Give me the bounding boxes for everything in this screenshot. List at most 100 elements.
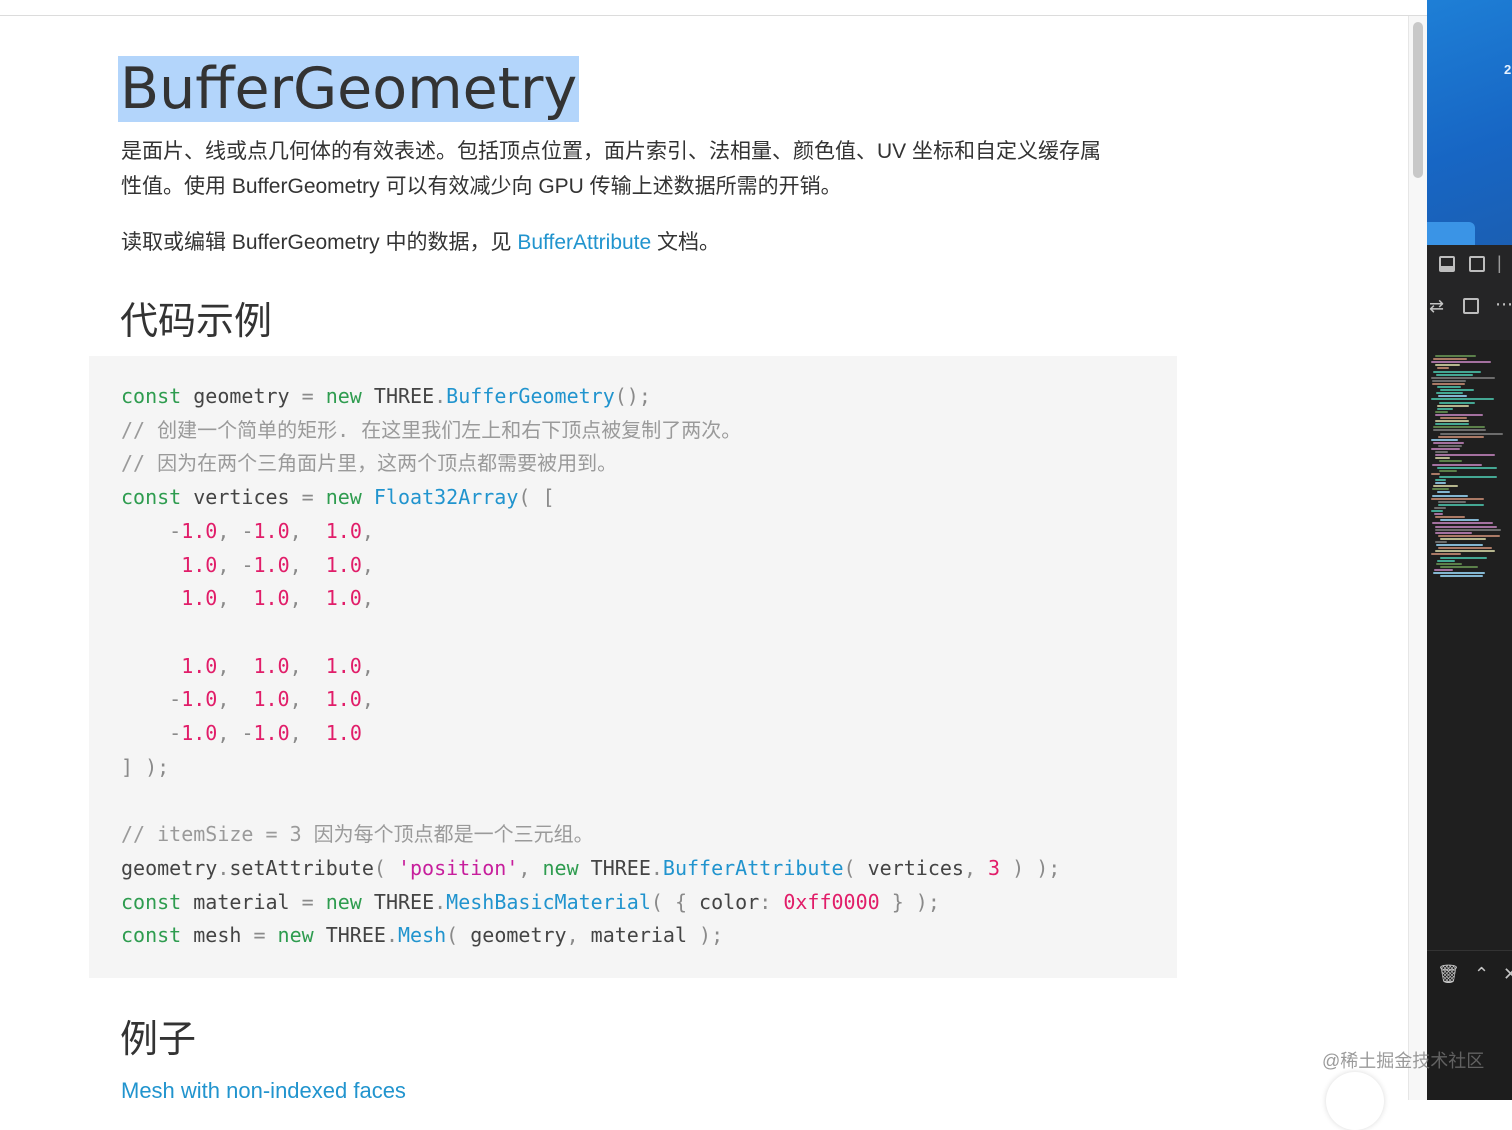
- terminal-panel: 🗑 ⌃ ✕: [1427, 950, 1512, 1100]
- editor-side-panel: 2 | ⇄ ⋯ 🗑 ⌃ ✕: [1427, 0, 1512, 1100]
- minimap-line: [1438, 534, 1500, 537]
- minimap-line: [1431, 472, 1440, 475]
- minimap-line: [1431, 438, 1458, 441]
- read-edit-note: 读取或编辑 BufferGeometry 中的数据，见 BufferAttrib…: [121, 231, 721, 254]
- close-icon[interactable]: ✕: [1503, 965, 1512, 983]
- minimap-line: [1432, 463, 1482, 466]
- code-example-heading: 代码示例: [120, 301, 273, 343]
- minimap-line: [1435, 364, 1460, 367]
- minimap-line: [1439, 401, 1475, 404]
- minimap-line: [1434, 568, 1453, 571]
- minimap-line: [1440, 519, 1479, 522]
- minimap-line: [1433, 429, 1486, 432]
- minimap-line: [1437, 404, 1469, 407]
- trash-icon[interactable]: 🗑: [1437, 965, 1460, 983]
- minimap-line: [1433, 441, 1464, 444]
- minimap-line: [1432, 379, 1466, 382]
- minimap-line: [1435, 423, 1469, 426]
- minimap-line: [1433, 358, 1467, 361]
- minimap-line: [1435, 457, 1450, 460]
- minimap-line: [1433, 426, 1485, 429]
- minimap-line: [1435, 355, 1476, 357]
- code-text: const geometry = new THREE.BufferGeometr…: [121, 384, 1061, 948]
- divider-icon: |: [1497, 253, 1502, 273]
- minimap-line: [1436, 544, 1483, 547]
- top-bar: [0, 0, 1427, 16]
- minimap-line: [1440, 556, 1487, 559]
- minimap-line: [1438, 395, 1467, 398]
- minimap-line: [1433, 572, 1485, 574]
- minimap-line: [1438, 503, 1484, 506]
- minimap-line: [1436, 392, 1463, 395]
- doc-scrollbar[interactable]: [1408, 16, 1428, 1100]
- minimap-line: [1431, 448, 1460, 450]
- minimap-line: [1438, 500, 1466, 503]
- minimap-line: [1439, 475, 1497, 478]
- desktop-window-tile: [1427, 222, 1475, 245]
- minimap-line: [1439, 469, 1457, 472]
- minimap-line: [1435, 525, 1497, 528]
- minimap-line: [1437, 367, 1449, 370]
- minimap-line: [1434, 506, 1446, 509]
- minimap-line: [1431, 376, 1495, 379]
- editor-toolbar: | ⇄ ⋯: [1427, 245, 1512, 340]
- minimap-line: [1433, 485, 1458, 488]
- minimap-line: [1432, 522, 1493, 525]
- more-icon[interactable]: ⋯: [1495, 295, 1512, 313]
- minimap-line: [1435, 479, 1446, 481]
- minimap-line: [1435, 410, 1448, 413]
- minimap-line: [1432, 488, 1449, 491]
- code-block: const geometry = new THREE.BufferGeometr…: [89, 356, 1177, 978]
- doc-scrollbar-thumb[interactable]: [1413, 22, 1423, 178]
- minimap-line: [1433, 370, 1481, 373]
- minimap-line: [1435, 550, 1495, 553]
- minimap-line: [1438, 547, 1492, 550]
- minimap-line: [1437, 407, 1453, 410]
- minimap-line: [1431, 553, 1461, 556]
- example-link-non-indexed[interactable]: Mesh with non-indexed faces: [121, 1077, 406, 1100]
- minimap-line: [1437, 466, 1497, 469]
- minimap-line: [1438, 435, 1484, 438]
- page-description: 是面片、线或点几何体的有效表述。包括顶点位置，面片索引、法相量、颜色值、UV 坐…: [121, 140, 1102, 198]
- minimap-line: [1434, 513, 1443, 516]
- minimap-line: [1435, 531, 1472, 534]
- examples-heading: 例子: [120, 1019, 197, 1061]
- minimap-line: [1436, 562, 1462, 565]
- watermark-text: @稀土掘金技术社区: [1322, 1051, 1485, 1071]
- panel-bottom-icon[interactable]: [1439, 256, 1455, 272]
- page-title: BufferGeometry: [118, 56, 580, 122]
- minimap-line: [1435, 541, 1447, 543]
- minimap-line: [1435, 528, 1501, 531]
- minimap-line: [1440, 565, 1478, 568]
- minimap-line: [1431, 398, 1494, 401]
- minimap-line: [1435, 482, 1446, 485]
- source-control-icon[interactable]: ⇄: [1429, 297, 1444, 315]
- minimap-line: [1440, 389, 1474, 392]
- minimap-line: [1432, 494, 1468, 497]
- minimap-line: [1437, 386, 1461, 388]
- minimap-line: [1440, 575, 1483, 578]
- split-editor-icon[interactable]: [1469, 256, 1485, 272]
- minimap-line: [1437, 491, 1450, 494]
- minimap-line: [1431, 510, 1443, 512]
- minimap-line: [1435, 454, 1495, 457]
- chevron-up-icon[interactable]: ⌃: [1474, 965, 1489, 983]
- floating-button[interactable]: [1326, 1072, 1384, 1130]
- minimap-line: [1435, 420, 1469, 423]
- desktop-background: 2: [1427, 0, 1512, 245]
- split-view-icon[interactable]: [1463, 298, 1479, 314]
- minimap-line: [1437, 559, 1455, 562]
- minimap-line: [1435, 451, 1448, 454]
- doc-page: BufferGeometry 是面片、线或点几何体的有效表述。包括顶点位置，面片…: [0, 16, 1408, 1100]
- desktop-digit: 2: [1504, 62, 1512, 77]
- minimap-line: [1431, 361, 1491, 364]
- code-minimap[interactable]: [1427, 355, 1512, 585]
- minimap-line: [1438, 444, 1462, 447]
- minimap-line: [1440, 432, 1503, 435]
- buffer-attribute-link[interactable]: BufferAttribute: [517, 231, 651, 254]
- minimap-line: [1440, 417, 1467, 419]
- minimap-line: [1432, 382, 1465, 385]
- minimap-line: [1435, 413, 1483, 416]
- minimap-line: [1431, 497, 1484, 500]
- minimap-line: [1440, 537, 1486, 540]
